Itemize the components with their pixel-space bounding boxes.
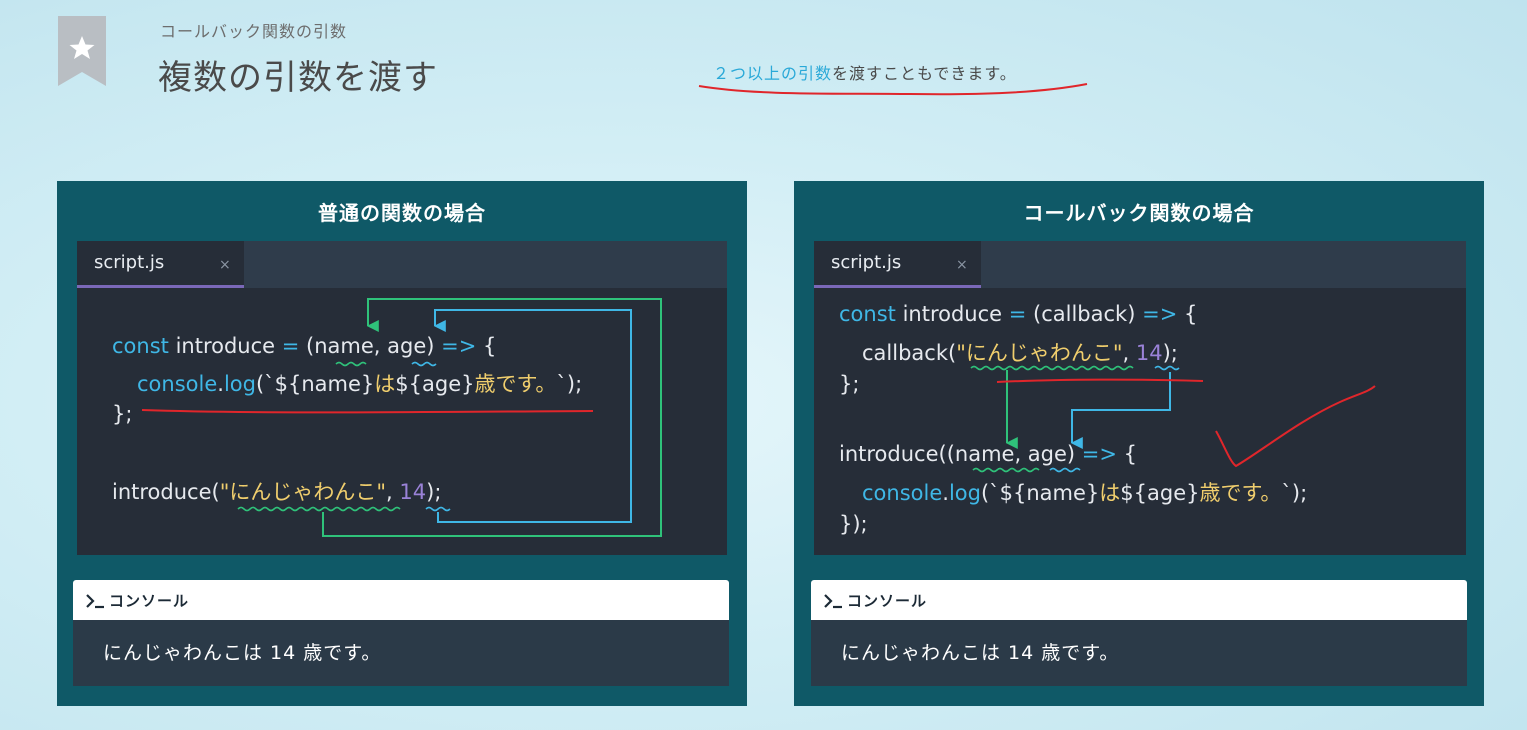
panel-normal-function: 普通の関数の場合 script.js × const introduce = (…	[57, 181, 747, 706]
code-area[interactable]: const introduce = (callback) => { callba…	[814, 241, 1466, 555]
code-line-6: console.log(`${name}は${age}歳です。`);	[862, 481, 1308, 505]
breadcrumb: コールバック関数の引数	[160, 22, 348, 41]
code-line-3: };	[112, 402, 133, 426]
panel-title: コールバック関数の場合	[1023, 201, 1255, 225]
console: コンソール にんじゃわんこは 14 歳です。	[811, 580, 1467, 686]
panel-callback-function: コールバック関数の場合 script.js × const introduce …	[794, 181, 1484, 706]
terminal-prompt-icon	[86, 594, 104, 609]
code-area[interactable]: const introduce = (name, age) => { conso…	[77, 241, 727, 555]
code-editor: script.js × const introduce = (name, age…	[77, 241, 727, 555]
console-body: にんじゃわんこは 14 歳です。	[811, 620, 1467, 686]
code-line-1: const introduce = (callback) => {	[839, 302, 1198, 326]
code-line-2: callback("にんじゃわんこ", 14);	[862, 341, 1178, 365]
code-line-5: introduce("にんじゃわんこ", 14);	[112, 480, 442, 504]
code-line-1: const introduce = (name, age) => {	[112, 334, 497, 358]
terminal-prompt-icon	[824, 594, 842, 609]
console-output: にんじゃわんこは 14 歳です。	[103, 642, 382, 664]
red-underline-note	[698, 83, 1088, 96]
console-body: にんじゃわんこは 14 歳です。	[73, 620, 729, 686]
console-header: コンソール	[73, 580, 729, 620]
code-editor: script.js × const introduce = (callback)…	[814, 241, 1466, 555]
console-label: コンソール	[109, 592, 190, 610]
bookmark-star-icon[interactable]	[58, 16, 106, 86]
console: コンソール にんじゃわんこは 14 歳です。	[73, 580, 729, 686]
page-title: 複数の引数を渡す	[158, 58, 438, 98]
code-line-3: };	[839, 372, 860, 396]
intro-note: ２つ以上の引数を渡すこともできます。	[713, 60, 1017, 84]
console-output: にんじゃわんこは 14 歳です。	[841, 642, 1120, 664]
note-highlight: ２つ以上の引数	[713, 64, 833, 83]
note-text: を渡すこともできます。	[832, 64, 1017, 83]
code-line-5: introduce((name, age) => {	[839, 442, 1138, 466]
code-line-2: console.log(`${name}は${age}歳です。`);	[137, 372, 583, 396]
console-label: コンソール	[847, 592, 928, 610]
console-header: コンソール	[811, 580, 1467, 620]
panel-title: 普通の関数の場合	[318, 201, 486, 225]
code-line-7: });	[839, 512, 868, 536]
